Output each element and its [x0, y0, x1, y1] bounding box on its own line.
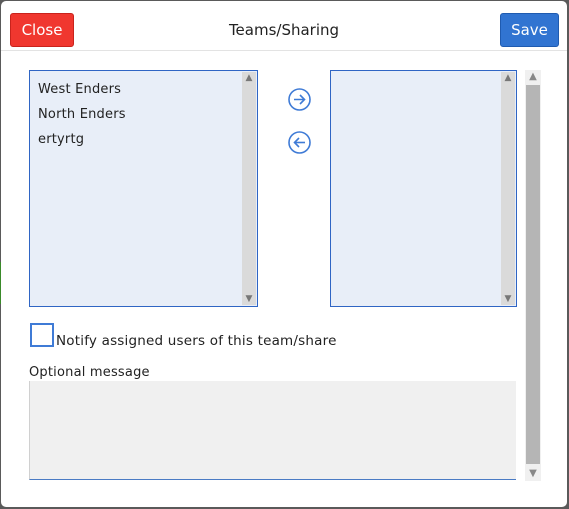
assigned-teams-list[interactable]: ▲ ▼ — [330, 70, 517, 307]
list-item[interactable]: ertyrtg — [38, 132, 84, 147]
add-to-assigned-button[interactable] — [287, 87, 312, 112]
scrollbar-thumb[interactable] — [526, 85, 540, 464]
available-list-scrollbar[interactable]: ▲ ▼ — [242, 72, 256, 305]
optional-message-field[interactable] — [29, 381, 516, 480]
list-item[interactable]: West Enders — [38, 82, 121, 97]
dialog-title: Teams/Sharing — [228, 21, 340, 39]
list-item[interactable]: North Enders — [38, 107, 126, 122]
dialog-scrollbar[interactable]: ▲ ▼ — [525, 70, 541, 481]
scroll-down-icon[interactable]: ▼ — [501, 293, 515, 305]
arrow-right-circle-icon — [288, 88, 311, 111]
available-teams-list[interactable]: West Enders North Enders ertyrtg ▲ ▼ — [29, 70, 258, 307]
notify-checkbox[interactable] — [30, 323, 54, 347]
dialog-header: Close Teams/Sharing Save — [1, 1, 567, 51]
scroll-up-icon[interactable]: ▲ — [501, 72, 515, 84]
assigned-list-scrollbar[interactable]: ▲ ▼ — [501, 72, 515, 305]
notify-label[interactable]: Notify assigned users of this team/share — [56, 333, 337, 349]
teams-sharing-dialog: Close Teams/Sharing Save West Enders Nor… — [1, 1, 567, 507]
scroll-up-icon[interactable]: ▲ — [525, 70, 541, 84]
arrow-left-circle-icon — [288, 131, 311, 154]
optional-message-label: Optional message — [29, 365, 150, 380]
scroll-down-icon[interactable]: ▼ — [525, 467, 541, 481]
scroll-up-icon[interactable]: ▲ — [242, 72, 256, 84]
remove-from-assigned-button[interactable] — [287, 130, 312, 155]
scroll-down-icon[interactable]: ▼ — [242, 293, 256, 305]
save-button[interactable]: Save — [500, 13, 559, 47]
